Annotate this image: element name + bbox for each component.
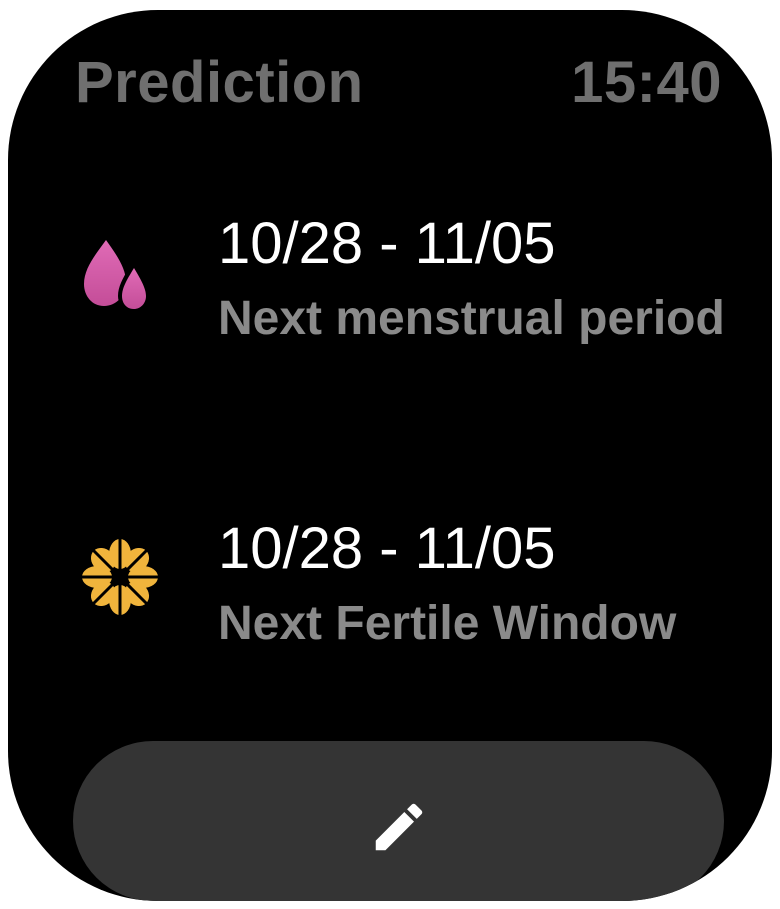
clock-time: 15:40: [571, 50, 722, 115]
droplets-icon: [84, 240, 150, 312]
watch-screen: Prediction 15:40 10/28 - 11/05 Next mens…: [8, 10, 772, 901]
fertile-date-range: 10/28 - 11/05: [218, 516, 556, 581]
flower-icon: [82, 539, 158, 615]
menstrual-date-range: 10/28 - 11/05: [218, 211, 556, 276]
fertile-label: Next Fertile Window: [218, 597, 677, 650]
menstrual-label: Next menstrual period: [218, 292, 725, 345]
pencil-icon[interactable]: [368, 796, 430, 858]
page-title: Prediction: [75, 50, 364, 115]
